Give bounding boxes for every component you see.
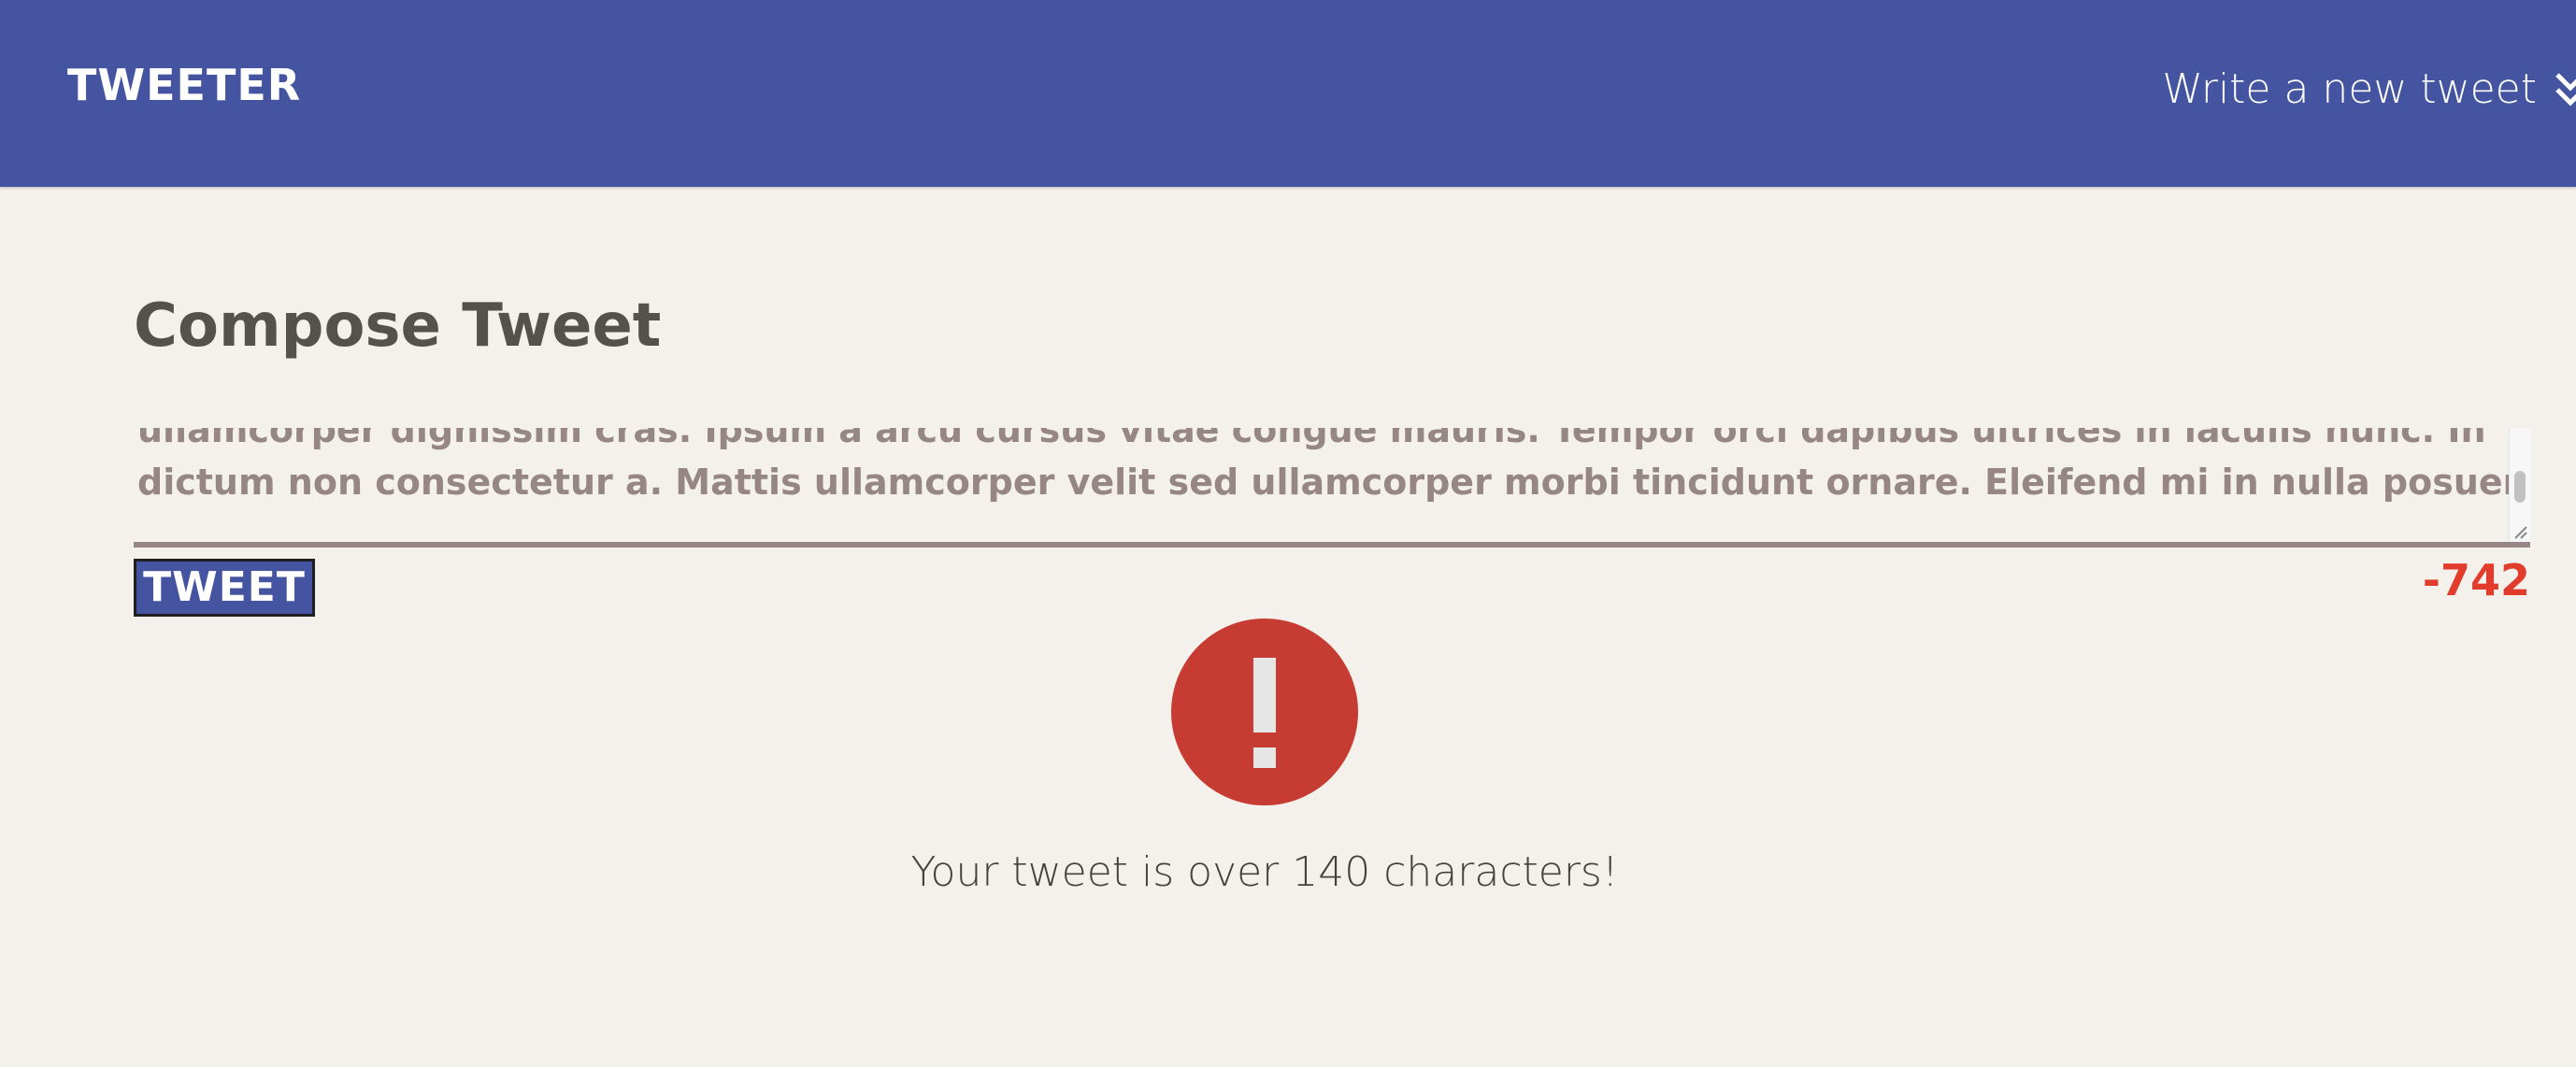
- tweet-text-line: dictum non consectetur a. Mattis ullamco…: [137, 462, 2530, 503]
- scrollbar-thumb[interactable]: [2514, 471, 2526, 503]
- write-new-tweet-label: Write a new tweet: [2162, 65, 2537, 113]
- tweet-textarea[interactable]: ullamcorper dignissim cras. Ipsum a arcu…: [134, 428, 2530, 548]
- tweet-text-line: ullamcorper dignissim cras. Ipsum a arcu…: [137, 428, 2486, 450]
- error-message: Your tweet is over 140 characters!: [910, 848, 1619, 896]
- brand-logo[interactable]: TWEETER: [67, 60, 301, 110]
- exclamation-icon: [1171, 619, 1358, 805]
- tweet-text[interactable]: ullamcorper dignissim cras. Ipsum a arcu…: [137, 428, 2530, 508]
- resize-grip-icon[interactable]: [2512, 523, 2528, 540]
- double-chevron-down-icon: [2552, 69, 2576, 110]
- character-counter: -742: [2422, 555, 2530, 605]
- compose-title: Compose Tweet: [134, 292, 662, 361]
- top-nav: TWEETER Write a new tweet: [0, 0, 2576, 187]
- tweet-button[interactable]: TWEET: [134, 559, 315, 617]
- write-new-tweet-link[interactable]: Write a new tweet: [2162, 65, 2576, 113]
- exclamation-dot: [1253, 747, 1276, 768]
- exclamation-bar: [1253, 658, 1276, 733]
